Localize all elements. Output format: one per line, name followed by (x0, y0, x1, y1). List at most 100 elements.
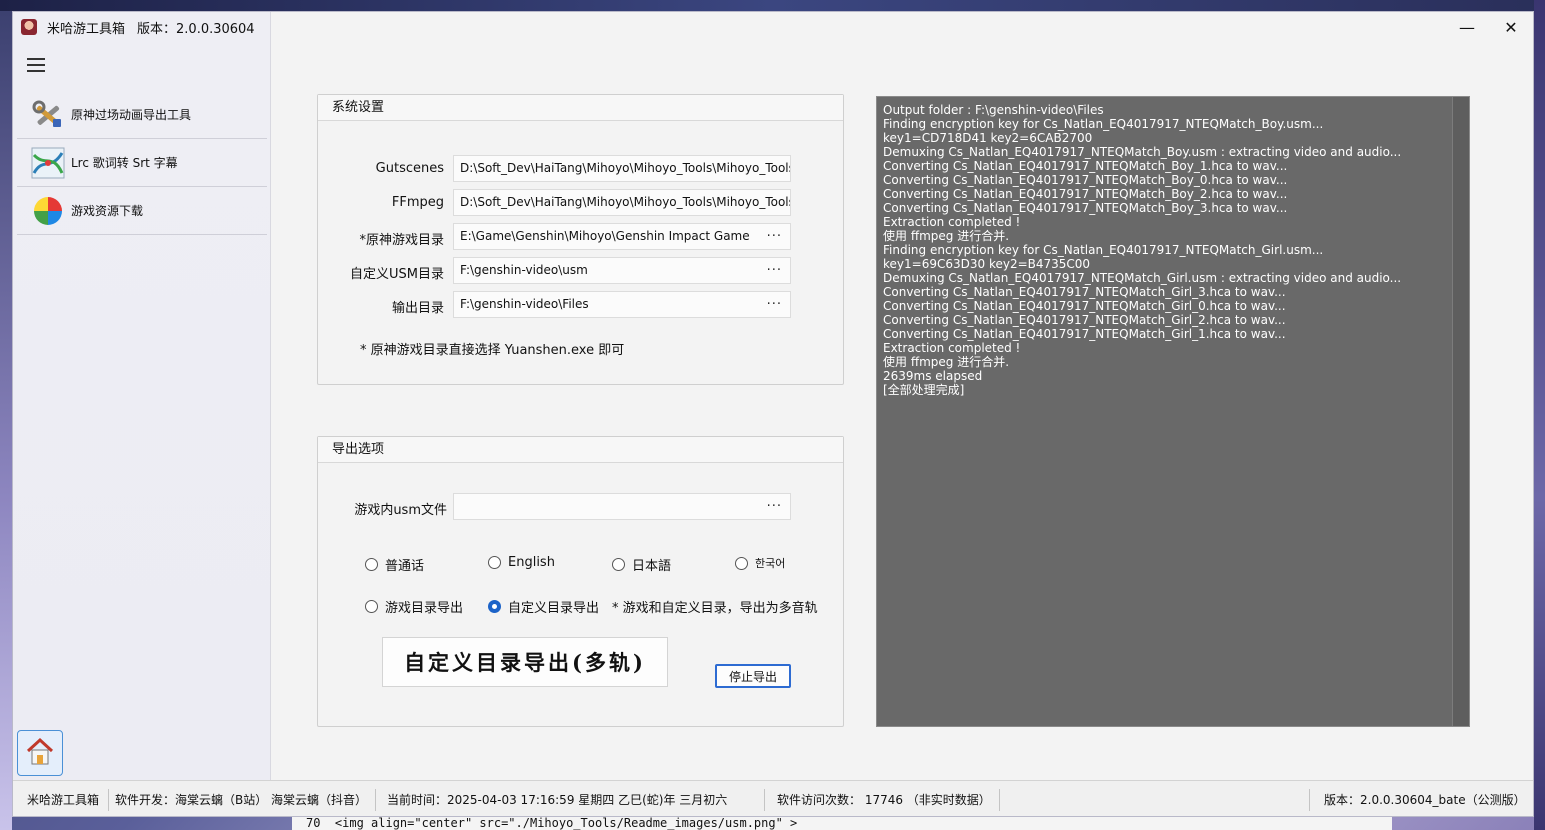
log-output: Output folder : F:\genshin-video\Files Fi… (883, 103, 1449, 397)
usm-file-label: 游戏内usm文件 (354, 503, 447, 518)
sidebar-item-label: 游戏资源下载 (71, 204, 144, 218)
tools-icon (31, 99, 65, 131)
export-options-group: 导出选项 游戏内usm文件 ··· 普通话 English 日本語 한국어 游戏… (317, 436, 844, 727)
stop-export-button[interactable]: 停止导出 (715, 664, 791, 688)
radio-label: English (508, 555, 555, 570)
sidebar-item-label: 原神过场动画导出工具 (71, 108, 192, 122)
pinwheel-icon (31, 195, 65, 227)
status-bar: 米哈游工具箱 软件开发：海棠云螭（B站） 海棠云螭（抖音） 当前时间：2025-… (13, 780, 1533, 816)
radio-circle-selected (488, 600, 501, 613)
status-divider (108, 789, 109, 811)
log-line: Converting Cs_Natlan_EQ4017917_NTEQMatch… (883, 173, 1288, 187)
radio-circle (488, 556, 501, 569)
radio-circle (612, 558, 625, 571)
home-button[interactable] (17, 730, 63, 776)
gutscenes-path-field[interactable]: D:\Soft_Dev\HaiTang\Mihoyo\Mihoyo_Tools\… (453, 155, 791, 182)
game-dir-note: * 原神游戏目录直接选择 Yuanshen.exe 即可 (360, 343, 625, 358)
main-content: — ✕ 系统设置 Gutscenes D:\Soft_Dev\HaiTang\M… (272, 12, 1533, 780)
status-developer: 软件开发：海棠云螭（B站） 海棠云螭（抖音） (115, 793, 368, 807)
log-line: 2639ms elapsed (883, 369, 983, 383)
log-line: Converting Cs_Natlan_EQ4017917_NTEQMatch… (883, 159, 1288, 173)
system-settings-title: 系统设置 (318, 95, 843, 121)
close-button[interactable]: ✕ (1496, 18, 1526, 37)
lang-english-radio[interactable]: English (488, 555, 555, 570)
log-line: Extraction completed ! (883, 215, 1021, 229)
log-line: Converting Cs_Natlan_EQ4017917_NTEQMatch… (883, 299, 1286, 313)
usm-file-field[interactable]: ··· (453, 493, 791, 520)
log-line: [全部处理完成] (883, 383, 965, 397)
usm-dir-field[interactable]: F:\genshin-video\usm ··· (453, 257, 791, 284)
app-logo-icon (21, 19, 37, 35)
field-value: D:\Soft_Dev\HaiTang\Mihoyo\Mihoyo_Tools\… (460, 195, 791, 209)
log-line: 使用 ffmpeg 进行合并. (883, 229, 1010, 243)
output-dir-field[interactable]: F:\genshin-video\Files ··· (453, 291, 791, 318)
radio-label: 自定义目录导出 (508, 601, 600, 616)
title-bar: 米哈游工具箱 版本：2.0.0.30604 (13, 12, 255, 42)
lang-korean-radio[interactable]: 한국어 (735, 555, 785, 571)
status-version: 版本：2.0.0.30604_bate（公测版） (1324, 793, 1526, 807)
home-icon (25, 737, 55, 770)
radio-label: 한국어 (755, 557, 786, 570)
log-line: Extraction completed ! (883, 341, 1021, 355)
log-line: key1=69C63D30 key2=B4735C00 (883, 257, 1091, 271)
status-visits: 软件访问次数： 17746 （非实时数据） (777, 793, 991, 807)
radio-label: 普通话 (385, 559, 425, 574)
mode-game-dir-radio[interactable]: 游戏目录导出 (365, 597, 463, 616)
sidebar-item-cutscene-export[interactable]: 原神过场动画导出工具 (17, 91, 267, 139)
desktop-background-right (1534, 0, 1545, 830)
export-options-title: 导出选项 (318, 437, 843, 463)
radio-circle (365, 600, 378, 613)
output-dir-label: 输出目录 (391, 301, 444, 316)
ffmpeg-path-field[interactable]: D:\Soft_Dev\HaiTang\Mihoyo\Mihoyo_Tools\… (453, 189, 791, 216)
mode-note: * 游戏和自定义目录，导出为多音轨 (612, 601, 818, 616)
log-line: Demuxing Cs_Natlan_EQ4017917_NTEQMatch_B… (883, 145, 1402, 159)
log-line: 使用 ffmpeg 进行合并. (883, 355, 1010, 369)
ffmpeg-label: FFmpeg (391, 195, 444, 210)
browse-usm-dir-button[interactable]: ··· (767, 258, 782, 283)
desktop-background-left (0, 0, 12, 830)
app-version: 版本：2.0.0.30604 (137, 21, 255, 37)
log-line: Demuxing Cs_Natlan_EQ4017917_NTEQMatch_G… (883, 271, 1402, 285)
log-scrollbar[interactable] (1452, 97, 1469, 726)
sidebar-item-lrc-to-srt[interactable]: Lrc 歌词转 Srt 字幕 (17, 139, 267, 187)
log-line: Converting Cs_Natlan_EQ4017917_NTEQMatch… (883, 313, 1286, 327)
status-divider (764, 789, 765, 811)
game-dir-field[interactable]: E:\Game\Genshin\Mihoyo\Genshin Impact Ga… (453, 223, 791, 250)
log-line: key1=CD718D41 key2=6CAB2700 (883, 131, 1093, 145)
log-line: Converting Cs_Natlan_EQ4017917_NTEQMatch… (883, 327, 1286, 341)
log-line: Finding encryption key for Cs_Natlan_EQ4… (883, 117, 1324, 131)
radio-label: 日本語 (632, 559, 672, 574)
sidebar: 米哈游工具箱 版本：2.0.0.30604 原神过场动画导出工具 Lrc 歌词转… (13, 12, 271, 780)
field-value: F:\genshin-video\usm (460, 263, 588, 277)
log-line: Finding encryption key for Cs_Natlan_EQ4… (883, 243, 1324, 257)
game-dir-label: *原神游戏目录 (359, 233, 444, 248)
lang-mandarin-radio[interactable]: 普通话 (365, 555, 424, 574)
radio-label: 游戏目录导出 (385, 601, 464, 616)
status-app-name: 米哈游工具箱 (27, 793, 100, 807)
status-divider (375, 789, 376, 811)
log-line: Converting Cs_Natlan_EQ4017917_NTEQMatch… (883, 187, 1288, 201)
log-panel[interactable]: Output folder : F:\genshin-video\Files Fi… (876, 96, 1470, 727)
minimize-button[interactable]: — (1452, 18, 1482, 37)
background-editor-line: 70 <img align="center" src="./Mihoyo_Too… (292, 815, 1392, 830)
sidebar-nav: 原神过场动画导出工具 Lrc 歌词转 Srt 字幕 游戏资源下载 (17, 91, 267, 235)
radio-circle (365, 558, 378, 571)
subtitle-icon (31, 147, 65, 179)
browse-usm-file-button[interactable]: ··· (767, 494, 782, 519)
mode-custom-dir-radio[interactable]: 自定义目录导出 (488, 597, 599, 616)
field-value: D:\Soft_Dev\HaiTang\Mihoyo\Mihoyo_Tools\… (460, 161, 791, 175)
sidebar-item-resource-download[interactable]: 游戏资源下载 (17, 187, 267, 235)
browse-game-dir-button[interactable]: ··· (767, 224, 782, 249)
status-time: 当前时间：2025-04-03 17:16:59 星期四 乙巳(蛇)年 三月初六 (387, 793, 728, 807)
menu-toggle-icon[interactable] (27, 58, 45, 72)
export-multitrack-button[interactable]: 自定义目录导出(多轨) (382, 637, 668, 687)
field-value: E:\Game\Genshin\Mihoyo\Genshin Impact Ga… (460, 229, 750, 243)
status-divider (1309, 789, 1310, 811)
system-settings-group: 系统设置 Gutscenes D:\Soft_Dev\HaiTang\Mihoy… (317, 94, 844, 385)
app-title: 米哈游工具箱 (47, 21, 126, 37)
app-window: 米哈游工具箱 版本：2.0.0.30604 原神过场动画导出工具 Lrc 歌词转… (12, 11, 1534, 817)
browse-output-dir-button[interactable]: ··· (767, 292, 782, 317)
log-line: Converting Cs_Natlan_EQ4017917_NTEQMatch… (883, 201, 1288, 215)
lang-japanese-radio[interactable]: 日本語 (612, 555, 671, 574)
usm-dir-label: 自定义USM目录 (350, 267, 444, 282)
